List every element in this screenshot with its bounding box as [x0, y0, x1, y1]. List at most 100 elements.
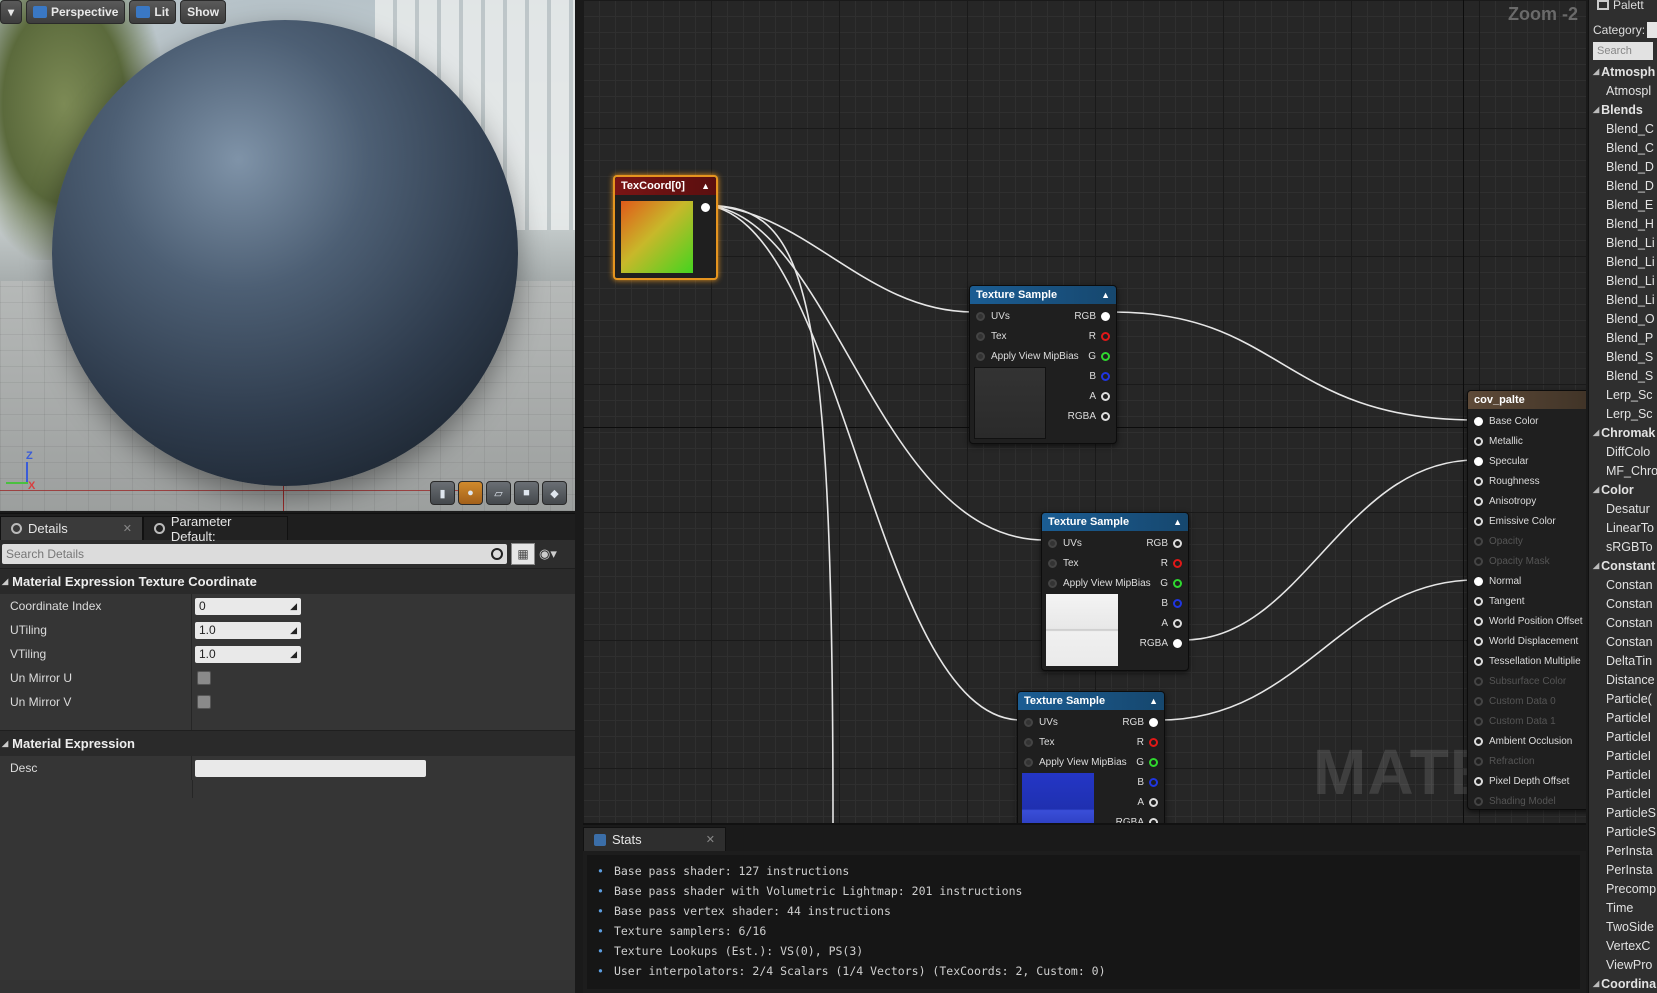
palette-item[interactable]: MF_Chro	[1589, 461, 1657, 480]
result-pin[interactable]: Subsurface Color	[1474, 671, 1583, 691]
palette-item[interactable]: Constan	[1589, 632, 1657, 651]
lit-button[interactable]: Lit	[129, 0, 177, 24]
palette-item[interactable]: ParticleS	[1589, 803, 1657, 822]
close-icon[interactable]: ✕	[706, 833, 715, 846]
pin-b[interactable]: B	[1140, 593, 1182, 613]
collapse-triangle-icon[interactable]: ▲	[1101, 290, 1110, 300]
palette-search-input[interactable]: Search	[1593, 42, 1653, 60]
result-pin[interactable]: Refraction	[1474, 751, 1583, 771]
pin-g[interactable]: G	[1140, 573, 1182, 593]
collapse-triangle-icon[interactable]: ▲	[701, 181, 710, 191]
result-pin[interactable]: Metallic	[1474, 431, 1583, 451]
result-node-header[interactable]: cov_palte	[1468, 391, 1586, 409]
utiling-input[interactable]: 1.0 ◢	[195, 621, 301, 639]
palette-item[interactable]: Particle(	[1589, 689, 1657, 708]
pin-rgb[interactable]: RGB	[1116, 712, 1158, 732]
palette-item[interactable]: TwoSide	[1589, 917, 1657, 936]
collapse-triangle-icon[interactable]: ▲	[1149, 696, 1158, 706]
pin-uvs[interactable]: UVs	[1048, 533, 1151, 553]
palette-item[interactable]: Blend_C	[1589, 138, 1657, 157]
palette-item[interactable]: Blend_D	[1589, 157, 1657, 176]
result-pin[interactable]: Tangent	[1474, 591, 1583, 611]
palette-item[interactable]: DeltaTin	[1589, 651, 1657, 670]
pin-uvs[interactable]: UVs	[1024, 712, 1127, 732]
result-pin[interactable]: Ambient Occlusion	[1474, 731, 1583, 751]
pin-a[interactable]: A	[1068, 386, 1110, 406]
pin-r[interactable]: R	[1068, 326, 1110, 346]
palette-item[interactable]: PerInsta	[1589, 860, 1657, 879]
palette-category[interactable]: ◢ Blends	[1589, 100, 1657, 119]
result-pin[interactable]: Shading Model	[1474, 791, 1583, 811]
palette-item[interactable]: VertexC	[1589, 936, 1657, 955]
result-pin[interactable]: Anisotropy	[1474, 491, 1583, 511]
pin-b[interactable]: B	[1116, 772, 1158, 792]
texcoord-node[interactable]: TexCoord[0] ▲	[613, 175, 718, 280]
close-icon[interactable]: ✕	[123, 522, 132, 535]
pin-tex[interactable]: Tex	[1048, 553, 1151, 573]
pin-tex[interactable]: Tex	[976, 326, 1079, 346]
section-texture-coordinate[interactable]: ◢ Material Expression Texture Coordinate	[0, 568, 575, 594]
section-material-expression[interactable]: ◢ Material Expression	[0, 730, 575, 756]
palette-item[interactable]: Blend_Li	[1589, 290, 1657, 309]
palette-item[interactable]: ParticleS	[1589, 822, 1657, 841]
pin-r[interactable]: R	[1140, 553, 1182, 573]
palette-item[interactable]: ViewPro	[1589, 955, 1657, 974]
pin-apply-view-mipbias[interactable]: Apply View MipBias	[976, 346, 1079, 366]
pin-tex[interactable]: Tex	[1024, 732, 1127, 752]
palette-category[interactable]: ◢ Atmosph	[1589, 62, 1657, 81]
palette-item[interactable]: Atmospl	[1589, 81, 1657, 100]
palette-category[interactable]: ◢ Chromak	[1589, 423, 1657, 442]
palette-item[interactable]: ParticleI	[1589, 727, 1657, 746]
un-mirror-u-checkbox[interactable]	[197, 671, 211, 685]
drag-handle-icon[interactable]: ◢	[290, 625, 297, 636]
details-search-input[interactable]: Search Details	[2, 544, 507, 564]
pin-apply-view-mipbias[interactable]: Apply View MipBias	[1024, 752, 1127, 772]
pin-g[interactable]: G	[1116, 752, 1158, 772]
palette-item[interactable]: Time	[1589, 898, 1657, 917]
palette-item[interactable]: Blend_H	[1589, 214, 1657, 233]
desc-input[interactable]	[195, 759, 426, 777]
palette-item[interactable]: Blend_D	[1589, 176, 1657, 195]
result-pin[interactable]: Normal	[1474, 571, 1583, 591]
palette-category[interactable]: ◢ Color	[1589, 480, 1657, 499]
pin-rgba[interactable]: RGBA	[1140, 633, 1182, 653]
palette-item[interactable]: Blend_C	[1589, 119, 1657, 138]
palette-item[interactable]: Blend_E	[1589, 195, 1657, 214]
coordinate-index-input[interactable]: 0 ◢	[195, 597, 301, 615]
palette-item[interactable]: Lerp_Sc	[1589, 385, 1657, 404]
show-button[interactable]: Show	[180, 0, 227, 24]
palette-item[interactable]: ParticleI	[1589, 708, 1657, 727]
palette-item[interactable]: Desatur	[1589, 499, 1657, 518]
tab-details[interactable]: Details ✕	[0, 516, 143, 540]
palette-item[interactable]: Blend_P	[1589, 328, 1657, 347]
pin-rgba[interactable]: RGBA	[1068, 406, 1110, 426]
pin-a[interactable]: A	[1140, 613, 1182, 633]
palette-item[interactable]: ParticleI	[1589, 746, 1657, 765]
palette-category[interactable]: ◢ Coordina	[1589, 974, 1657, 993]
palette-category-dropdown[interactable]	[1647, 22, 1657, 38]
result-pin[interactable]: Specular	[1474, 451, 1583, 471]
result-pin[interactable]: Tessellation Multiplie	[1474, 651, 1583, 671]
pin-g[interactable]: G	[1068, 346, 1110, 366]
texcoord-node-header[interactable]: TexCoord[0] ▲	[615, 177, 716, 195]
result-pin[interactable]: Base Color	[1474, 411, 1583, 431]
material-result-node[interactable]: cov_palte Base Color Metallic Specular Roug…	[1467, 390, 1586, 810]
perspective-button[interactable]: Perspective	[26, 0, 126, 24]
custom-mesh-preview-button[interactable]: ◆	[542, 481, 567, 505]
pin-rgb[interactable]: RGB	[1068, 306, 1110, 326]
palette-item[interactable]: Blend_Li	[1589, 233, 1657, 252]
property-matrix-button[interactable]: ▦	[511, 543, 535, 565]
pin-rgb[interactable]: RGB	[1140, 533, 1182, 553]
result-pin[interactable]: Custom Data 0	[1474, 691, 1583, 711]
sphere-preview-button[interactable]: ●	[458, 481, 483, 505]
palette-item[interactable]: Constan	[1589, 594, 1657, 613]
viewport-options-dropdown[interactable]: ▾	[0, 0, 22, 24]
pin-r[interactable]: R	[1116, 732, 1158, 752]
palette-item[interactable]: Blend_S	[1589, 366, 1657, 385]
un-mirror-v-checkbox[interactable]	[197, 695, 211, 709]
material-graph-canvas[interactable]: Zoom -2 MATERIAL TexCoord[0] ▲ Texture S…	[583, 0, 1586, 823]
palette-item[interactable]: Precomp	[1589, 879, 1657, 898]
palette-item[interactable]: Distance	[1589, 670, 1657, 689]
result-pin[interactable]: Opacity Mask	[1474, 551, 1583, 571]
material-preview-viewport[interactable]: ▾ Perspective Lit Show Z X ▮ ● ▱ ■ ◆	[0, 0, 575, 511]
